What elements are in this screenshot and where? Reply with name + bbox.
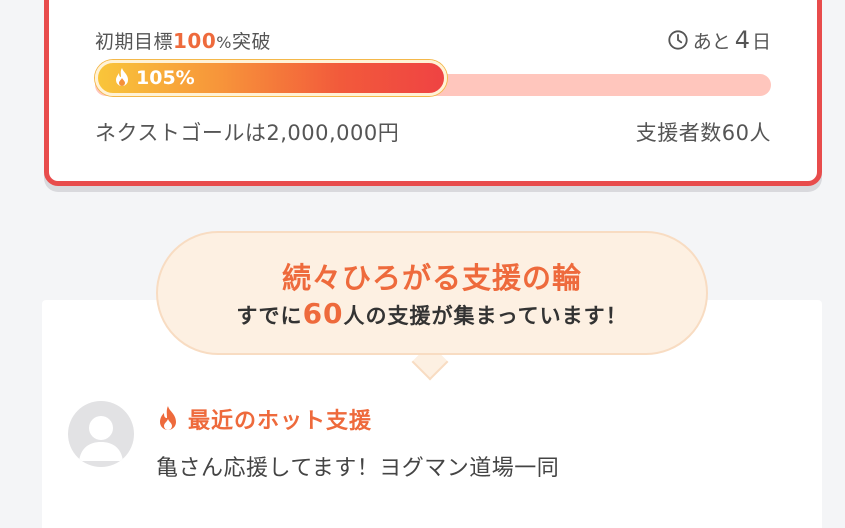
goal-percent: 100 <box>173 28 217 53</box>
goal-suffix: 突破 <box>231 30 271 53</box>
goal-percent-sign: % <box>216 32 232 52</box>
flame-icon <box>116 68 128 86</box>
remaining-time: あと 4 日 <box>667 26 771 54</box>
default-user-icon <box>79 416 123 461</box>
flame-icon <box>160 406 176 430</box>
next-goal-text: ネクストゴールは2,000,000円 <box>95 121 400 145</box>
speech-bubble: 続々ひろがる支援の輪 すでに60人の支援が集まっています！ <box>156 231 708 355</box>
initial-goal-status: 初期目標100%突破 <box>95 27 271 54</box>
progress-bar-fill: 105% <box>95 60 447 96</box>
goal-prefix: 初期目標 <box>95 30 174 53</box>
bubble-title: 続々ひろがる支援の輪 <box>281 261 582 295</box>
support-message: 亀さん応援してます！ヨグマン道場一同 <box>156 456 560 481</box>
funding-progress-card: 初期目標100%突破 あと 4 日 105% ネクストゴールは2,000,000円 … <box>44 0 822 186</box>
hot-support-title: 最近のホット支援 <box>156 402 372 436</box>
goal-row: 初期目標100%突破 あと 4 日 <box>95 25 771 55</box>
bubble-supporter-number: 60 <box>302 297 344 330</box>
bubble-sub-prefix: すでに <box>236 304 303 328</box>
next-goal-row: ネクストゴールは2,000,000円 支援者数60人 <box>95 117 771 147</box>
avatar[interactable] <box>68 401 134 467</box>
supporter-count: 支援者数60人 <box>635 121 771 145</box>
progress-percent-label: 105% <box>136 67 195 89</box>
bubble-subtitle: すでに60人の支援が集まっています！ <box>158 297 706 330</box>
remaining-prefix: あと <box>692 30 731 53</box>
remaining-days: 4 <box>734 26 750 54</box>
page: 初期目標100%突破 あと 4 日 105% ネクストゴールは2,000,000円 … <box>0 0 845 528</box>
bubble-sub-suffix: 人の支援が集まっています！ <box>343 304 628 328</box>
remaining-unit: 日 <box>751 30 771 53</box>
hot-support-title-text: 最近のホット支援 <box>188 409 373 434</box>
clock-icon <box>668 30 688 50</box>
